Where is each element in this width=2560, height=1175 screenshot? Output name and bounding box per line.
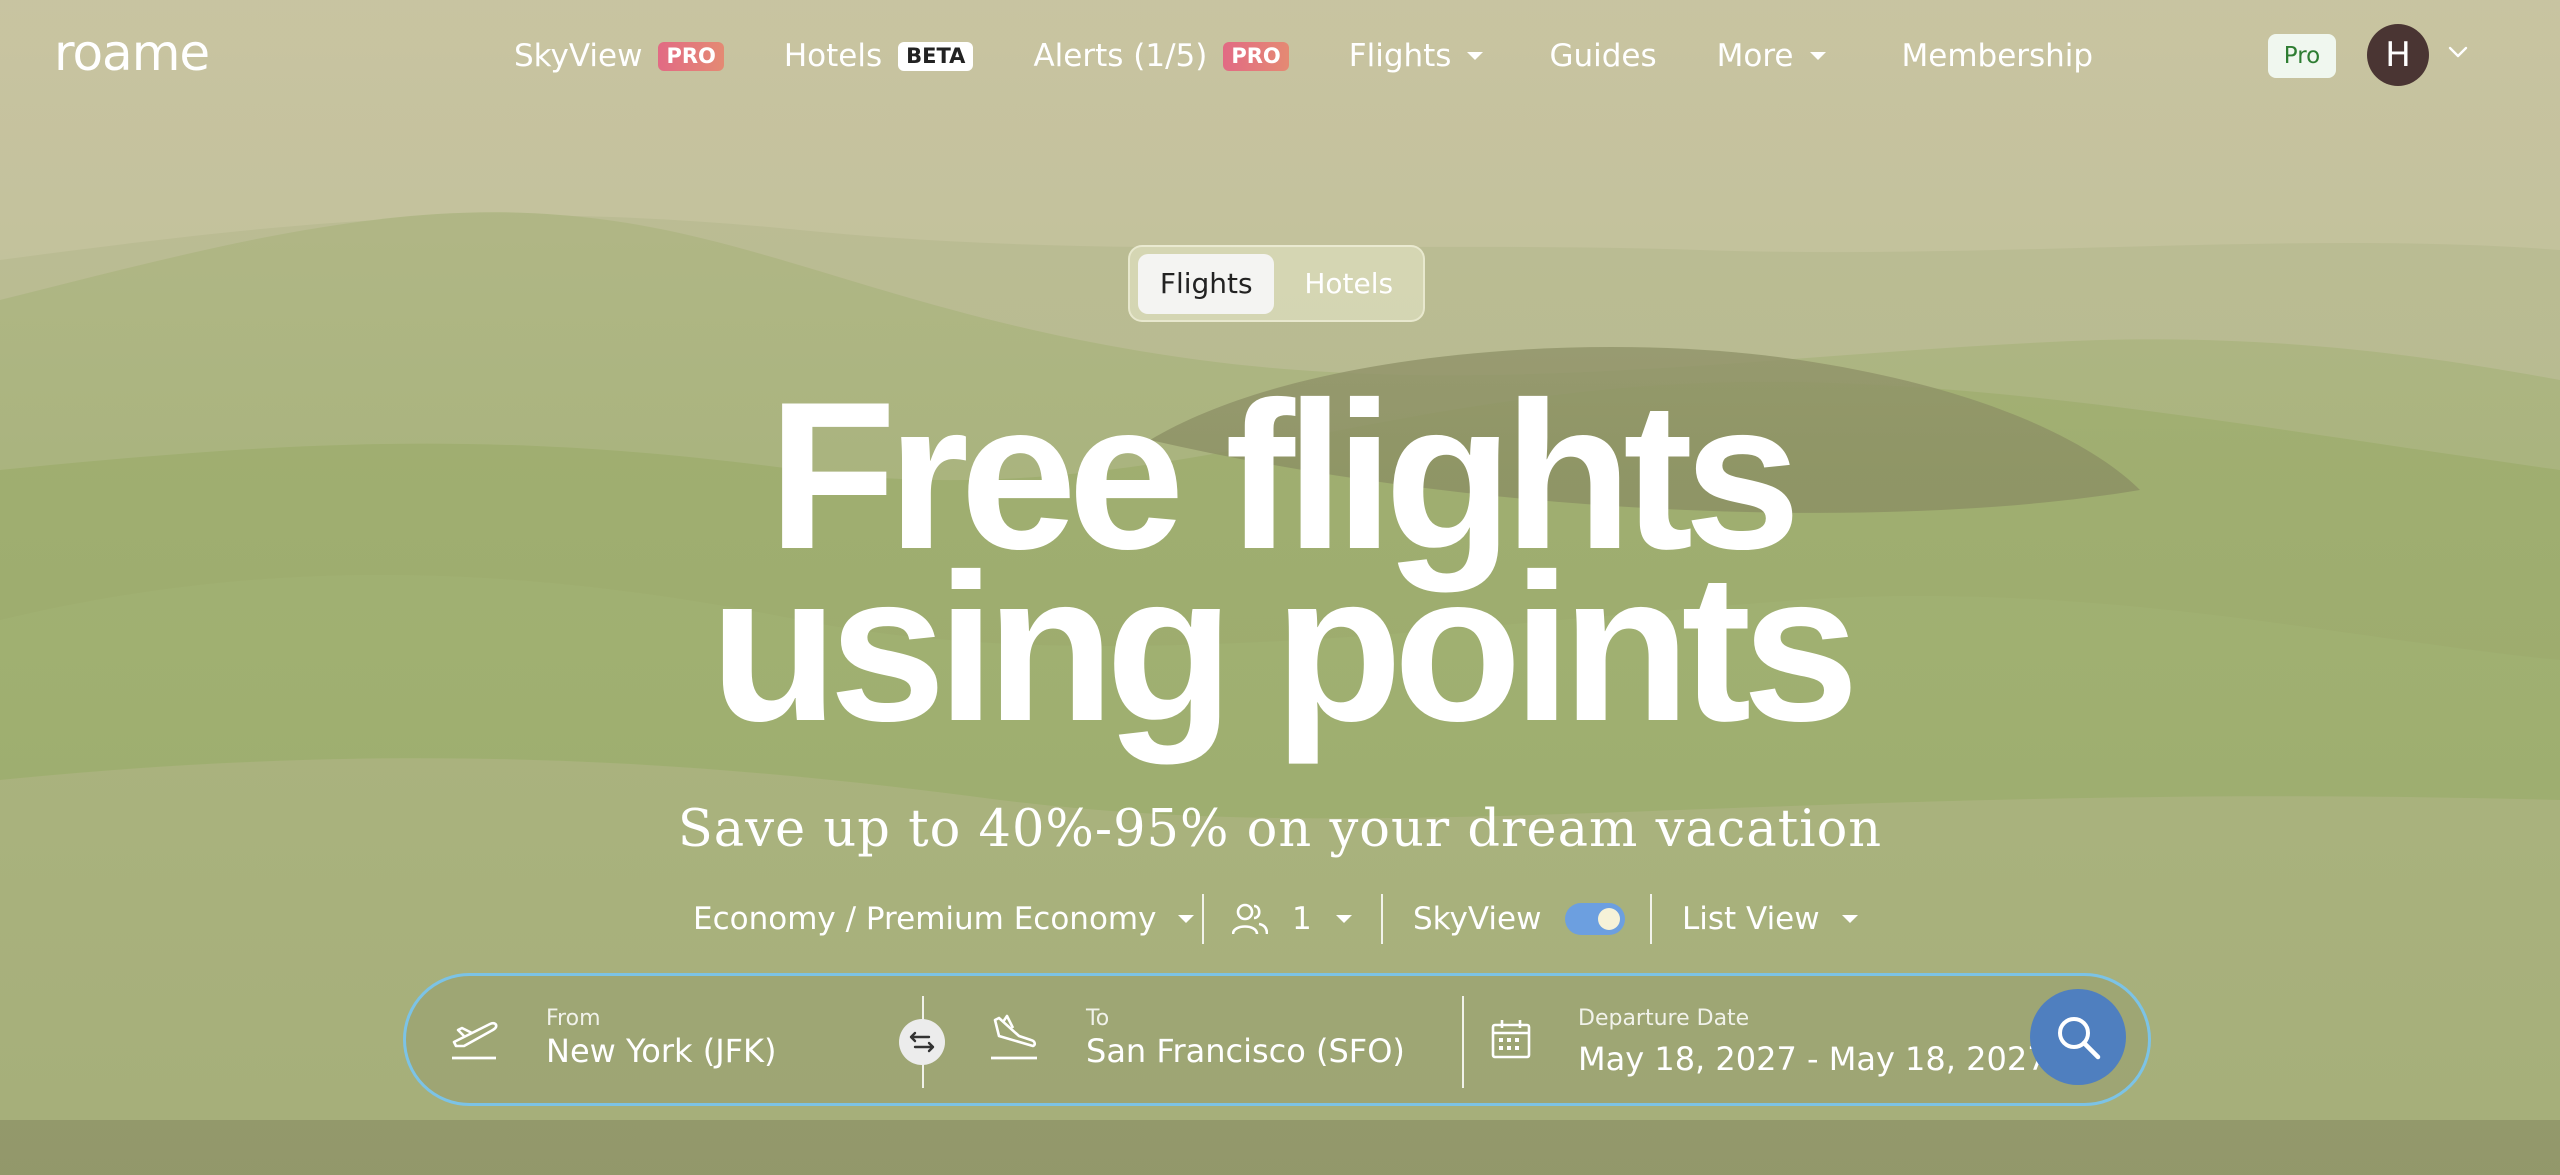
nav-item-label: Hotels [783,38,883,74]
nav-menu: SkyView PRO Hotels BETA Alerts (1/5) PRO… [514,30,2093,82]
nav-item-more[interactable]: More [1717,38,1826,74]
nav-item-label: SkyView [514,38,643,74]
avatar[interactable]: H [2367,24,2429,86]
to-label: To [1086,1006,1110,1031]
options-divider [1381,894,1383,944]
hero-subtitle: Save up to 40%-95% on your dream vacatio… [677,800,1883,859]
from-label: From [546,1006,601,1031]
options-divider [1650,894,1652,944]
toggle-knob [1598,908,1621,930]
departure-date-field[interactable]: Departure Date May 18, 2027 - May 18, 20… [1578,976,2048,1103]
caret-down-icon [1809,52,1826,60]
caret-down-icon [1841,915,1858,923]
nav-item-hotels[interactable]: Hotels BETA [784,38,974,74]
roame-logo[interactable]: roame [54,24,210,82]
top-navbar: roame SkyView PRO Hotels BETA Alerts (1/… [0,0,2560,112]
nav-item-skyview[interactable]: SkyView PRO [514,38,724,74]
chevron-down-icon[interactable] [2448,42,2468,62]
tab-flights[interactable]: Flights [1138,253,1275,314]
search-button[interactable] [2030,989,2126,1085]
beta-badge: BETA [898,41,974,71]
plane-arrival-icon [991,1014,1037,1060]
swap-airports-button[interactable] [899,1019,945,1065]
skyview-label: SkyView [1413,901,1542,937]
cabin-class-value: Economy / Premium Economy [693,901,1157,937]
tab-hotels[interactable]: Hotels [1282,254,1415,314]
nav-item-label: Flights [1348,38,1452,74]
options-divider [1202,894,1204,944]
nav-item-flights[interactable]: Flights [1349,38,1484,74]
caret-down-icon [1467,52,1484,60]
nav-item-label: More [1716,38,1794,74]
to-field[interactable]: To San Francisco (SFO) [1086,976,1436,1103]
pro-badge: PRO [658,41,724,71]
flight-search-bar: From New York (JFK) To San Francisco (SF… [403,973,2151,1106]
nav-item-guides[interactable]: Guides [1549,38,1656,74]
caret-down-icon [1335,915,1352,923]
caret-down-icon [1178,915,1195,923]
to-input[interactable]: San Francisco (SFO) [1086,1032,1405,1070]
field-separator [1462,996,1464,1088]
passenger-count: 1 [1292,901,1312,937]
nav-item-alerts[interactable]: Alerts (1/5) PRO [1033,38,1289,74]
skyview-toggle[interactable] [1565,903,1626,935]
nav-item-label: Guides [1549,38,1657,74]
hero-headline-line2: using points [709,530,1859,765]
from-field[interactable]: From New York (JFK) [546,976,876,1103]
nav-item-label: Membership [1901,38,2094,74]
nav-item-membership[interactable]: Membership [1902,38,2094,74]
search-icon [2058,1017,2101,1060]
departure-date-input[interactable]: May 18, 2027 - May 18, 2027 [1578,1040,2048,1078]
swap-arrows-icon [909,1031,935,1053]
hero-headline: Free flights using points [0,371,2560,765]
calendar-icon [1491,1020,1531,1059]
departure-date-label: Departure Date [1578,1006,1750,1031]
passengers-dropdown[interactable]: 1 [1232,888,1352,950]
view-mode-dropdown[interactable]: List View [1682,888,1858,950]
nav-item-label: Alerts (1/5) [1033,38,1208,74]
pro-status-pill[interactable]: Pro [2268,34,2336,78]
from-input[interactable]: New York (JFK) [546,1032,777,1070]
pro-badge: PRO [1223,41,1289,71]
passengers-icon [1232,903,1268,935]
plane-departure-icon [452,1021,498,1060]
search-options-row: Economy / Premium Economy 1 SkyView List… [0,888,2560,950]
skyview-toggle-group: SkyView [1413,888,1626,950]
search-mode-toggle: Flights Hotels [1128,245,1425,322]
cabin-class-dropdown[interactable]: Economy / Premium Economy [693,888,1195,950]
view-mode-value: List View [1682,901,1820,937]
